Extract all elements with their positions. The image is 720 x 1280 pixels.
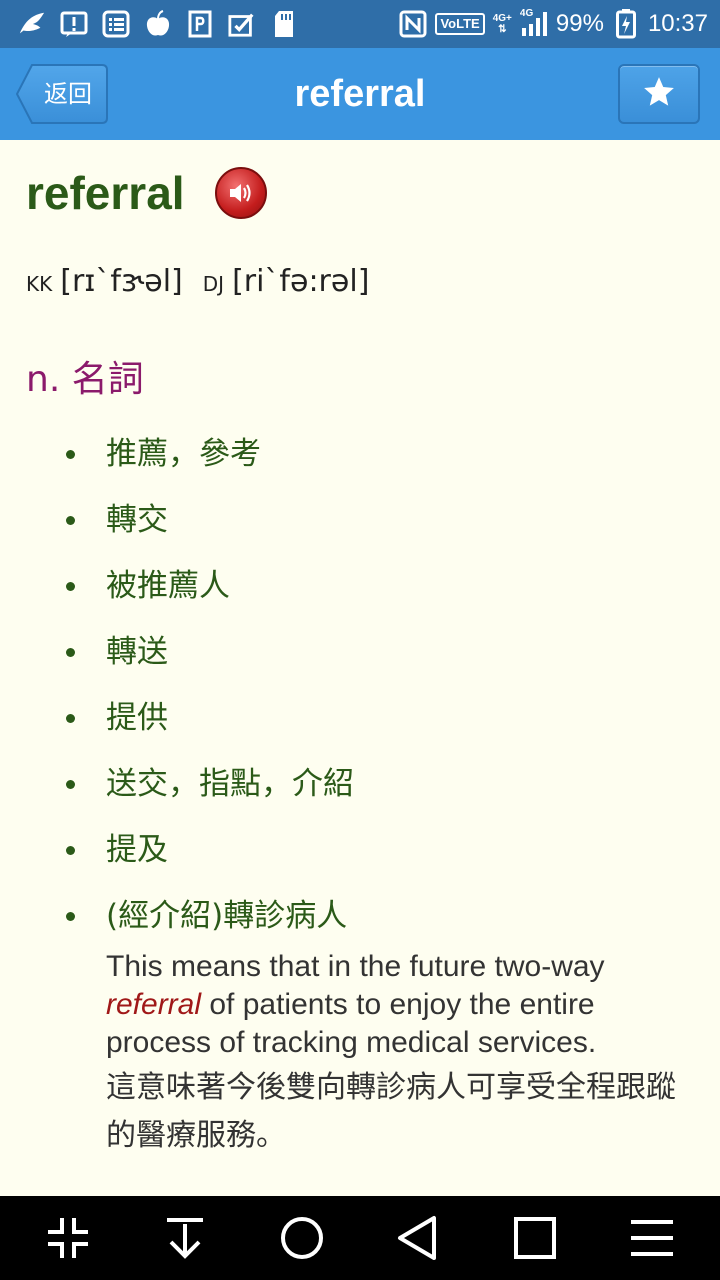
nfc-icon: [399, 10, 427, 38]
speaker-icon[interactable]: [214, 167, 267, 219]
sense-item: 提供: [66, 698, 688, 738]
dictionary-entry: referral KK [rɪ`fɝəl] DJ [ri`fə:rəl] n. …: [0, 140, 720, 1196]
sense-text: 被推薦人: [106, 568, 230, 604]
sense-list: 推薦，參考 轉交 被推薦人 轉送 提供 送交，指點，介紹 提及 (經介紹)轉診病…: [66, 434, 688, 1186]
clock: 10:37: [647, 10, 708, 37]
network-type: 4G+ ⇅: [492, 13, 512, 35]
kk-pronunciation: [rɪ`fɝəl]: [60, 264, 183, 299]
status-bar: VoLTE 4G+ ⇅ 4G 99% 10:37: [0, 0, 720, 48]
example-chinese: 這意味著今後雙向轉診病人可享受全程跟蹤的醫療服務。: [106, 1070, 676, 1153]
sense-text: (經介紹)轉診病人: [106, 898, 348, 934]
sense-item: (經介紹)轉診病人 This means that in the future …: [66, 896, 688, 1160]
parking-icon: [186, 10, 214, 38]
favorite-button[interactable]: [618, 64, 700, 124]
dj-pronunciation: [ri`fə:rəl]: [232, 264, 370, 299]
kk-tag: KK: [26, 272, 53, 296]
part-of-speech: n. 名詞: [26, 359, 144, 400]
sense-item: 送交，指點，介紹: [66, 764, 688, 804]
example-keyword: referral: [106, 988, 202, 1021]
sense-text: 送交，指點，介紹: [106, 766, 354, 802]
sense-item: 推薦，參考: [66, 434, 688, 474]
headword-row: referral: [26, 166, 267, 220]
sense-text: 轉送: [106, 634, 168, 670]
home-icon[interactable]: [267, 1203, 337, 1273]
sense-text: 推薦，參考: [106, 436, 261, 472]
headword: referral: [26, 167, 185, 219]
star-icon: [642, 75, 676, 113]
sense-text: 提及: [106, 832, 168, 868]
wing-icon: [18, 10, 46, 38]
collapse-icon[interactable]: [33, 1203, 103, 1273]
clipboard-check-icon: [228, 10, 256, 38]
recents-icon[interactable]: [500, 1203, 570, 1273]
battery-percent: 99%: [555, 10, 604, 37]
dj-tag: DJ: [202, 272, 225, 296]
example-en-before: This means that in the future two-way: [106, 950, 605, 983]
battery-charging-icon: [612, 9, 640, 39]
example-sentence: This means that in the future two-way re…: [68, 948, 688, 1160]
sense-item: 轉交: [66, 500, 688, 540]
apple-icon: [144, 10, 172, 38]
app-bar: 返回 referral: [0, 48, 720, 140]
sense-item: 提及: [66, 830, 688, 870]
sense-text: 提供: [106, 700, 168, 736]
volte-badge: VoLTE: [435, 13, 485, 35]
navigation-bar: [0, 1196, 720, 1280]
sense-item: 被推薦人: [66, 566, 688, 606]
menu-icon[interactable]: [617, 1203, 687, 1273]
back-icon[interactable]: [383, 1203, 453, 1273]
list-icon: [102, 10, 130, 38]
sense-text: 轉交: [106, 502, 168, 538]
download-icon[interactable]: [150, 1203, 220, 1273]
example-english: This means that in the future two-way re…: [106, 948, 688, 1062]
sd-card-icon: [270, 10, 298, 38]
sense-item: 轉送: [66, 632, 688, 672]
app-title: referral: [294, 73, 426, 115]
pronunciation: KK [rɪ`fɝəl] DJ [ri`fə:rəl]: [26, 264, 389, 299]
network-4g-label: 4G: [519, 8, 534, 19]
alert-icon: [60, 10, 88, 38]
signal-icon: 4G: [519, 8, 548, 38]
